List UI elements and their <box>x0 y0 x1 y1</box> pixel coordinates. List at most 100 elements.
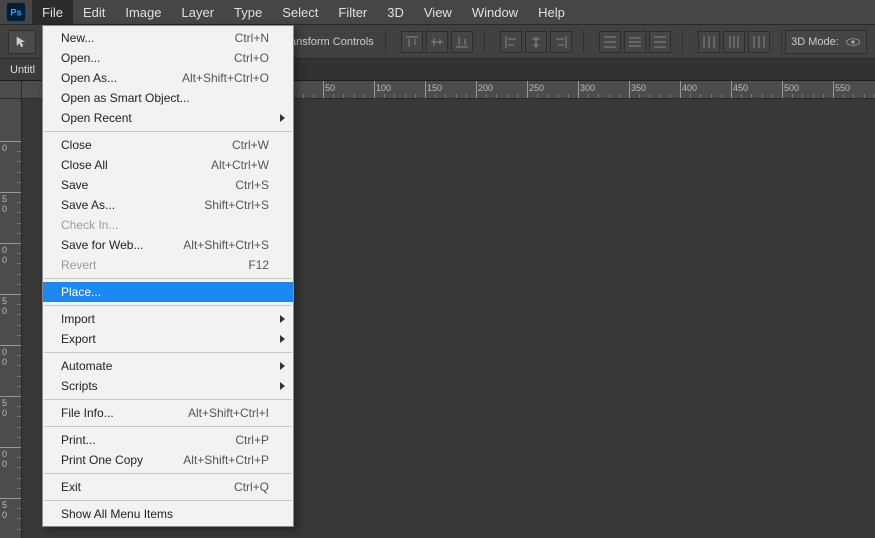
menu-window[interactable]: Window <box>462 0 528 24</box>
transform-controls-label: Transform Controls <box>280 36 374 48</box>
divider <box>682 31 683 53</box>
menu-item-label: Automate <box>61 359 112 373</box>
menu-filter[interactable]: Filter <box>328 0 377 24</box>
align-top-button[interactable] <box>401 31 423 53</box>
menu-item-label: Place... <box>61 285 101 299</box>
menu-item-shortcut: Alt+Shift+Ctrl+O <box>182 71 269 85</box>
align-group-2 <box>500 31 572 53</box>
align-vcenter-button[interactable] <box>426 31 448 53</box>
file-menu-new[interactable]: New...Ctrl+N <box>43 28 293 48</box>
menu-separator <box>44 473 292 474</box>
menu-file[interactable]: File <box>32 0 73 24</box>
menu-item-label: Export <box>61 332 96 346</box>
menu-item-label: Scripts <box>61 379 98 393</box>
menu-item-label: Close <box>61 138 92 152</box>
distribute-group-2 <box>698 31 770 53</box>
distribute-hcenter-button[interactable] <box>723 31 745 53</box>
distribute-right-button[interactable] <box>748 31 770 53</box>
file-menu-automate[interactable]: Automate <box>43 356 293 376</box>
file-menu-open-recent[interactable]: Open Recent <box>43 108 293 128</box>
align-bottom-button[interactable] <box>451 31 473 53</box>
file-menu-check-in: Check In... <box>43 215 293 235</box>
file-menu-place[interactable]: Place... <box>43 282 293 302</box>
file-menu-close-all[interactable]: Close AllAlt+Ctrl+W <box>43 155 293 175</box>
file-menu-export[interactable]: Export <box>43 329 293 349</box>
menu-edit[interactable]: Edit <box>73 0 115 24</box>
divider <box>385 31 386 53</box>
file-menu-open-as[interactable]: Open As... Alt+Shift+Ctrl+O <box>43 68 293 88</box>
file-menu-save-as[interactable]: Save As... Shift+Ctrl+S <box>43 195 293 215</box>
file-menu-print[interactable]: Print... Ctrl+P <box>43 430 293 450</box>
menu-item-shortcut: Ctrl+P <box>235 433 269 447</box>
file-menu-save-for-web[interactable]: Save for Web... Alt+Shift+Ctrl+S <box>43 235 293 255</box>
menu-item-shortcut: F12 <box>248 258 269 272</box>
menu-item-shortcut: Shift+Ctrl+S <box>204 198 269 212</box>
file-menu-exit[interactable]: Exit Ctrl+Q <box>43 477 293 497</box>
submenu-arrow-icon <box>280 335 285 343</box>
menu-view[interactable]: View <box>414 0 462 24</box>
move-tool-icon[interactable] <box>8 30 36 54</box>
menu-3d[interactable]: 3D <box>377 0 414 24</box>
file-menu-import[interactable]: Import <box>43 309 293 329</box>
menu-item-shortcut: Ctrl+N <box>235 31 269 45</box>
file-menu-file-info[interactable]: File Info...Alt+Shift+Ctrl+I <box>43 403 293 423</box>
submenu-arrow-icon <box>280 362 285 370</box>
orbit-icon <box>845 36 861 48</box>
submenu-arrow-icon <box>280 382 285 390</box>
menu-bar: Ps FileEditImageLayerTypeSelectFilter3DV… <box>0 0 875 25</box>
menu-separator <box>44 131 292 132</box>
menu-separator <box>44 399 292 400</box>
menu-layer[interactable]: Layer <box>172 0 225 24</box>
menu-item-label: Print One Copy <box>61 453 143 467</box>
menu-separator <box>44 305 292 306</box>
file-menu-show-all-menu-items[interactable]: Show All Menu Items <box>43 504 293 524</box>
menu-item-shortcut: Alt+Shift+Ctrl+I <box>188 406 269 420</box>
menu-image[interactable]: Image <box>115 0 171 24</box>
submenu-arrow-icon <box>280 315 285 323</box>
menu-item-label: Exit <box>61 480 81 494</box>
file-menu-close[interactable]: Close Ctrl+W <box>43 135 293 155</box>
menu-item-label: Check In... <box>61 218 118 232</box>
menu-select[interactable]: Select <box>272 0 328 24</box>
divider <box>781 31 782 53</box>
3d-mode-selector[interactable]: 3D Mode: <box>785 30 867 54</box>
menu-separator <box>44 278 292 279</box>
document-tab-label: Untitl <box>10 64 35 76</box>
file-menu-dropdown: New...Ctrl+N Open... Ctrl+O Open As... Alt+S… <box>42 25 294 527</box>
menu-item-shortcut: Ctrl+W <box>232 138 269 152</box>
menu-item-shortcut: Ctrl+O <box>234 51 269 65</box>
menu-item-label: Show All Menu Items <box>61 507 173 521</box>
align-hcenter-button[interactable] <box>525 31 547 53</box>
menu-item-label: Import <box>61 312 95 326</box>
file-menu-open-as-smart-object[interactable]: Open as Smart Object... <box>43 88 293 108</box>
divider <box>583 31 584 53</box>
menu-type[interactable]: Type <box>224 0 272 24</box>
menu-item-label: Save As... <box>61 198 115 212</box>
distribute-vcenter-button[interactable] <box>624 31 646 53</box>
menu-item-label: Close All <box>61 158 108 172</box>
menu-separator <box>44 500 292 501</box>
menu-item-label: Revert <box>61 258 96 272</box>
distribute-group-1 <box>599 31 671 53</box>
menu-help[interactable]: Help <box>528 0 575 24</box>
menu-item-label: Open... <box>61 51 100 65</box>
menu-item-label: Save for Web... <box>61 238 143 252</box>
distribute-bottom-button[interactable] <box>649 31 671 53</box>
menu-item-shortcut: Alt+Shift+Ctrl+S <box>183 238 269 252</box>
align-right-button[interactable] <box>550 31 572 53</box>
ruler-corner <box>0 81 22 99</box>
file-menu-scripts[interactable]: Scripts <box>43 376 293 396</box>
align-left-button[interactable] <box>500 31 522 53</box>
distribute-top-button[interactable] <box>599 31 621 53</box>
app-logo-icon: Ps <box>0 0 32 24</box>
menu-item-shortcut: Alt+Shift+Ctrl+P <box>183 453 269 467</box>
svg-text:Ps: Ps <box>10 7 21 17</box>
file-menu-print-one-copy[interactable]: Print One Copy Alt+Shift+Ctrl+P <box>43 450 293 470</box>
menu-item-label: Print... <box>61 433 96 447</box>
distribute-left-button[interactable] <box>698 31 720 53</box>
menu-item-shortcut: Ctrl+Q <box>234 480 269 494</box>
file-menu-open[interactable]: Open... Ctrl+O <box>43 48 293 68</box>
file-menu-save[interactable]: SaveCtrl+S <box>43 175 293 195</box>
file-menu-revert: Revert F12 <box>43 255 293 275</box>
menu-item-label: Open As... <box>61 71 117 85</box>
